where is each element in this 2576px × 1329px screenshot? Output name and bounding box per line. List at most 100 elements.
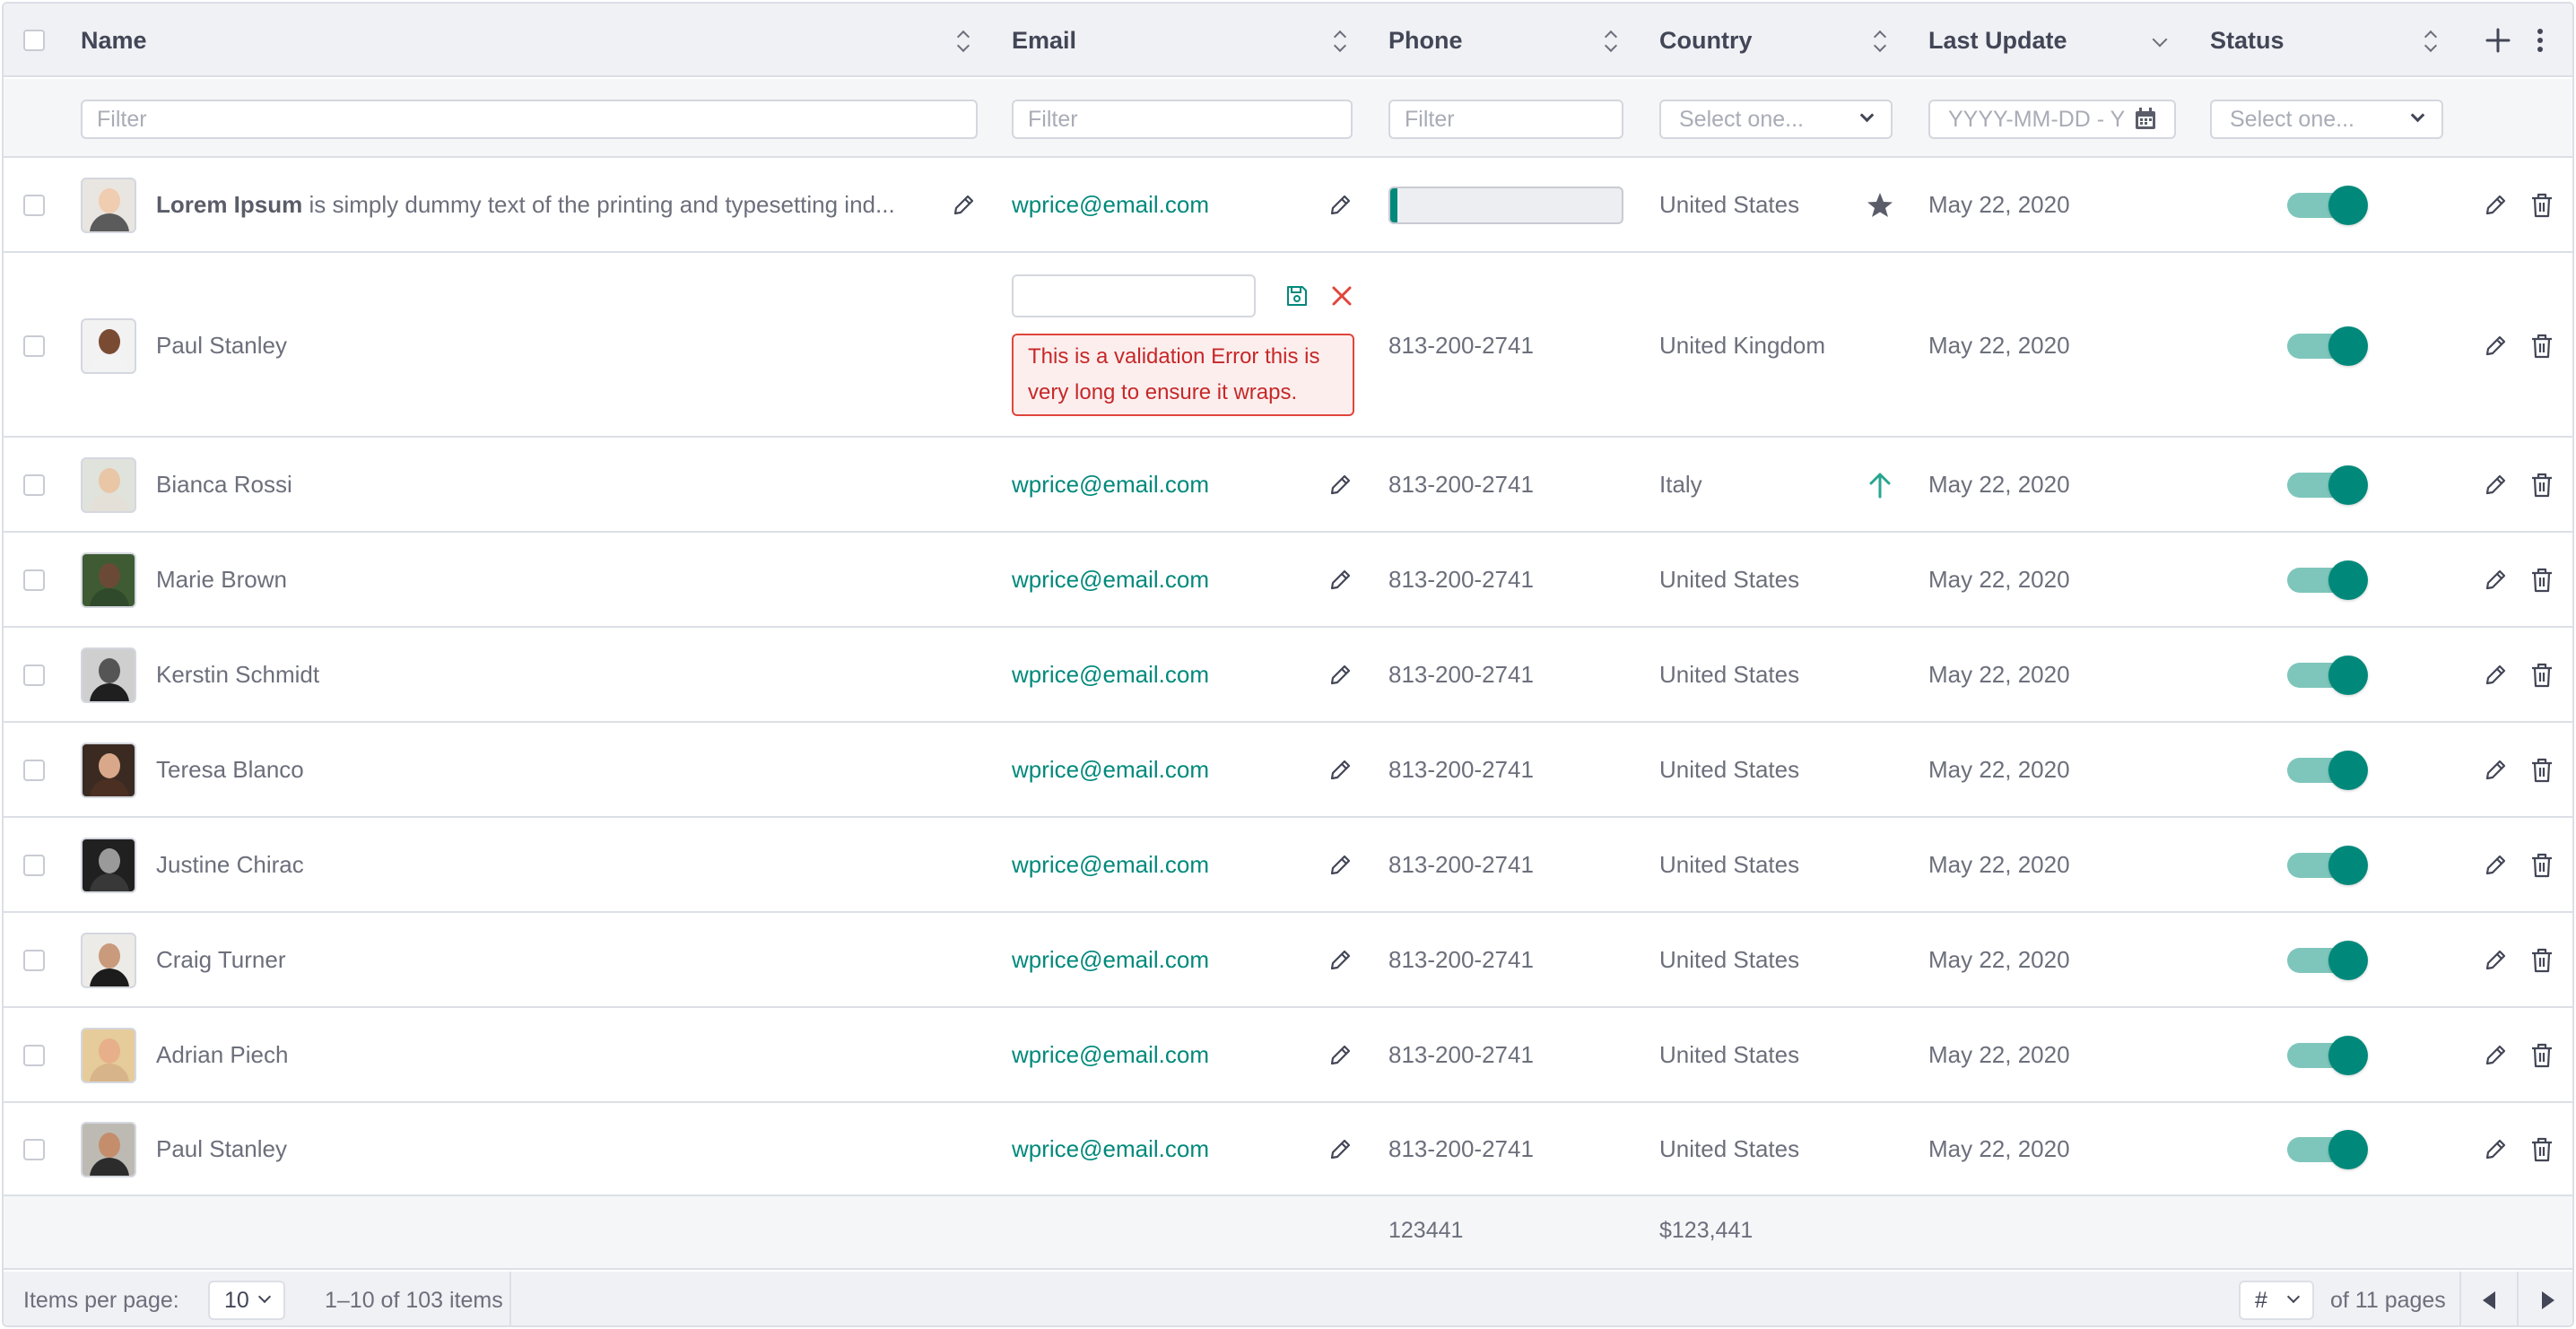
edit-icon[interactable] bbox=[2483, 568, 2508, 593]
column-header-email[interactable]: Email bbox=[1012, 4, 1076, 77]
row-checkbox[interactable] bbox=[23, 855, 45, 876]
row-checkbox[interactable] bbox=[23, 195, 45, 216]
email-link[interactable]: wprice@email.com bbox=[1012, 851, 1209, 879]
last-update-cell: May 22, 2020 bbox=[1928, 566, 2070, 593]
edit-icon[interactable] bbox=[1327, 758, 1353, 783]
delete-icon[interactable] bbox=[2529, 1042, 2554, 1069]
status-toggle[interactable] bbox=[2287, 941, 2368, 980]
column-header-name[interactable]: Name bbox=[81, 4, 147, 77]
delete-icon[interactable] bbox=[2529, 662, 2554, 689]
row-checkbox[interactable] bbox=[23, 1045, 45, 1066]
edit-icon[interactable] bbox=[1327, 1137, 1353, 1162]
status-toggle[interactable] bbox=[2287, 656, 2368, 695]
previous-page-icon[interactable] bbox=[2479, 1290, 2499, 1311]
email-edit-input[interactable] bbox=[1012, 274, 1256, 317]
delete-icon[interactable] bbox=[2529, 333, 2554, 360]
last-update-cell: May 22, 2020 bbox=[1928, 471, 2070, 498]
edit-icon[interactable] bbox=[951, 193, 976, 218]
email-link[interactable]: wprice@email.com bbox=[1012, 471, 1209, 499]
add-column-icon[interactable] bbox=[2485, 27, 2511, 54]
last-update-cell: May 22, 2020 bbox=[1928, 946, 2070, 973]
next-page-icon[interactable] bbox=[2538, 1290, 2558, 1311]
delete-icon[interactable] bbox=[2529, 567, 2554, 594]
status-toggle[interactable] bbox=[2287, 1036, 2368, 1075]
row-checkbox[interactable] bbox=[23, 474, 45, 496]
sort-icon[interactable] bbox=[958, 30, 970, 53]
status-toggle[interactable] bbox=[2287, 465, 2368, 505]
name-filter-input[interactable] bbox=[81, 100, 978, 139]
save-icon[interactable] bbox=[1284, 283, 1310, 308]
edit-icon[interactable] bbox=[1327, 473, 1353, 498]
email-link[interactable]: wprice@email.com bbox=[1012, 661, 1209, 689]
items-per-page-label: Items per page: bbox=[23, 1288, 179, 1313]
date-range-filter-input[interactable]: YYYY-MM-DD - Y bbox=[1928, 100, 2176, 139]
edit-icon[interactable] bbox=[2483, 758, 2508, 783]
status-toggle[interactable] bbox=[2287, 560, 2368, 600]
edit-icon[interactable] bbox=[1327, 568, 1353, 593]
status-toggle[interactable] bbox=[2287, 1130, 2368, 1169]
status-filter-placeholder: Select one... bbox=[2230, 106, 2354, 132]
sort-icon[interactable] bbox=[1606, 30, 1618, 53]
delete-icon[interactable] bbox=[2529, 1136, 2554, 1163]
sort-icon[interactable] bbox=[1875, 30, 1887, 53]
last-update-cell: May 22, 2020 bbox=[1928, 332, 2070, 359]
row-checkbox[interactable] bbox=[23, 950, 45, 971]
summary-row: 123441 $123,441 bbox=[4, 1196, 2572, 1270]
edit-icon[interactable] bbox=[2483, 663, 2508, 688]
status-toggle[interactable] bbox=[2287, 186, 2368, 225]
edit-icon[interactable] bbox=[1327, 193, 1353, 218]
country-filter-select[interactable]: Select one... bbox=[1659, 100, 1893, 139]
cancel-icon[interactable] bbox=[1329, 283, 1354, 308]
edit-icon[interactable] bbox=[1327, 853, 1353, 878]
edit-icon[interactable] bbox=[2483, 334, 2508, 359]
date-filter-placeholder: YYYY-MM-DD - Y bbox=[1948, 106, 2124, 132]
edit-icon[interactable] bbox=[2483, 1137, 2508, 1162]
more-vertical-icon[interactable] bbox=[2535, 27, 2546, 54]
name-cell: Adrian Piech bbox=[156, 1041, 289, 1068]
edit-icon[interactable] bbox=[1327, 948, 1353, 973]
name-cell: Paul Stanley bbox=[156, 332, 287, 359]
edit-icon[interactable] bbox=[1327, 663, 1353, 688]
delete-icon[interactable] bbox=[2529, 757, 2554, 784]
edit-icon[interactable] bbox=[2483, 473, 2508, 498]
column-header-phone[interactable]: Phone bbox=[1388, 4, 1463, 77]
edit-icon[interactable] bbox=[2483, 948, 2508, 973]
delete-icon[interactable] bbox=[2529, 947, 2554, 974]
column-header-status[interactable]: Status bbox=[2210, 4, 2284, 77]
email-link[interactable]: wprice@email.com bbox=[1012, 191, 1209, 219]
delete-icon[interactable] bbox=[2529, 192, 2554, 219]
delete-icon[interactable] bbox=[2529, 472, 2554, 499]
status-toggle[interactable] bbox=[2287, 846, 2368, 885]
delete-icon[interactable] bbox=[2529, 852, 2554, 879]
row-checkbox[interactable] bbox=[23, 335, 45, 357]
email-link[interactable]: wprice@email.com bbox=[1012, 1135, 1209, 1163]
row-checkbox[interactable] bbox=[23, 664, 45, 686]
email-filter-input[interactable] bbox=[1012, 100, 1353, 139]
edit-icon[interactable] bbox=[1327, 1043, 1353, 1068]
email-link[interactable]: wprice@email.com bbox=[1012, 1041, 1209, 1069]
sort-descending-icon[interactable] bbox=[2152, 31, 2168, 48]
last-update-cell: May 22, 2020 bbox=[1928, 191, 2070, 218]
sort-icon[interactable] bbox=[1335, 30, 1347, 53]
status-filter-select[interactable]: Select one... bbox=[2210, 100, 2443, 139]
page-number-select[interactable]: # bbox=[2239, 1281, 2314, 1320]
column-header-country[interactable]: Country bbox=[1659, 4, 1753, 77]
row-checkbox[interactable] bbox=[23, 1139, 45, 1160]
phone-filter-input[interactable] bbox=[1388, 100, 1623, 139]
email-link[interactable]: wprice@email.com bbox=[1012, 946, 1209, 974]
edit-icon[interactable] bbox=[2483, 1043, 2508, 1068]
items-per-page-select[interactable]: 10 bbox=[208, 1281, 285, 1320]
edit-icon[interactable] bbox=[2483, 193, 2508, 218]
row-checkbox[interactable] bbox=[23, 760, 45, 781]
status-toggle[interactable] bbox=[2287, 326, 2368, 366]
column-header-last-update[interactable]: Last Update bbox=[1928, 4, 2067, 77]
edit-icon[interactable] bbox=[2483, 853, 2508, 878]
email-link[interactable]: wprice@email.com bbox=[1012, 566, 1209, 594]
name-bold-text: Lorem Ipsum bbox=[156, 191, 303, 218]
select-all-checkbox[interactable] bbox=[23, 30, 45, 51]
row-checkbox[interactable] bbox=[23, 569, 45, 591]
sort-icon[interactable] bbox=[2425, 30, 2438, 53]
status-toggle[interactable] bbox=[2287, 751, 2368, 790]
calendar-icon[interactable] bbox=[2133, 107, 2158, 132]
email-link[interactable]: wprice@email.com bbox=[1012, 756, 1209, 784]
